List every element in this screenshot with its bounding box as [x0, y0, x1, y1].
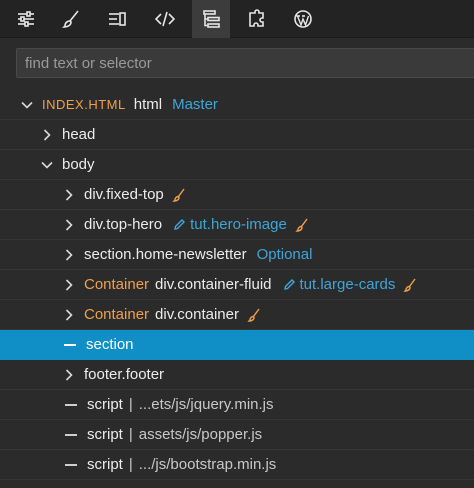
style-brush-icon[interactable] [247, 308, 261, 322]
file-name: INDEX.HTML [42, 97, 126, 112]
chevron-down-icon[interactable] [40, 158, 54, 172]
script-path: assets/js/popper.js [138, 426, 263, 443]
tree-node-head[interactable]: head [0, 120, 474, 150]
chevron-right-icon[interactable] [40, 128, 54, 142]
search-bar [0, 38, 474, 86]
leaf-dash-icon [64, 343, 76, 346]
chevron-right-icon[interactable] [62, 368, 76, 382]
node-tag: script [87, 456, 123, 473]
script-path: .../js/bootstrap.min.js [138, 456, 277, 473]
node-tag: section.home-newsletter [84, 246, 247, 263]
optional-badge: Optional [256, 246, 313, 263]
node-tag: div.container-fluid [155, 276, 272, 293]
pencil-icon[interactable] [172, 218, 186, 232]
node-tag: html [133, 96, 163, 113]
tree-node-top-hero[interactable]: div.top-hero tut.hero-image [0, 210, 474, 240]
tutorial-link[interactable]: tut.large-cards [300, 276, 396, 293]
tree-node-container[interactable]: Container div.container [0, 300, 474, 330]
sliders-tool[interactable] [7, 0, 45, 38]
tree-node-home-newsletter[interactable]: section.home-newsletter Optional [0, 240, 474, 270]
tree-node-fixed-top[interactable]: div.fixed-top [0, 180, 474, 210]
path-separator: | [128, 426, 133, 443]
chevron-right-icon[interactable] [62, 308, 76, 322]
node-tag: div.top-hero [84, 216, 163, 233]
node-tag: head [62, 126, 96, 143]
tree-node-script-bootstrap[interactable]: script | .../js/bootstrap.min.js [0, 450, 474, 480]
tree-icon [203, 10, 220, 28]
code-icon [155, 11, 175, 27]
tree-node-body[interactable]: body [0, 150, 474, 180]
tree-node-script-popper[interactable]: script | assets/js/popper.js [0, 420, 474, 450]
text-format-tool[interactable] [98, 0, 136, 38]
node-tag: script [87, 426, 123, 443]
search-input[interactable] [16, 48, 474, 78]
leaf-dash-icon [65, 433, 77, 436]
node-tag: script [87, 396, 123, 413]
script-path: ...ets/js/jquery.min.js [138, 396, 274, 413]
brush-tool[interactable] [52, 0, 90, 38]
pencil-icon[interactable] [282, 278, 296, 292]
puzzle-icon [249, 9, 264, 27]
panel-toolbar [0, 0, 474, 38]
components-tool[interactable] [238, 0, 276, 38]
path-separator: | [128, 396, 133, 413]
chevron-right-icon[interactable] [62, 218, 76, 232]
chevron-right-icon[interactable] [62, 248, 76, 262]
tree-node-footer[interactable]: footer.footer [0, 360, 474, 390]
brush-icon [62, 10, 79, 28]
tree-node-section[interactable]: section [0, 330, 474, 360]
wordpress-tool[interactable] [284, 0, 322, 38]
master-badge: Master [172, 96, 218, 113]
style-brush-icon[interactable] [172, 188, 186, 202]
leaf-dash-icon [65, 403, 77, 406]
code-tool[interactable] [146, 0, 184, 38]
component-label: Container [84, 306, 150, 323]
node-tag: section [86, 336, 134, 353]
tree-node-container-fluid[interactable]: Container div.container-fluid tut.large-… [0, 270, 474, 300]
style-brush-icon[interactable] [295, 218, 309, 232]
node-tag: div.fixed-top [84, 186, 164, 203]
style-brush-icon[interactable] [403, 278, 417, 292]
node-tag: div.container [155, 306, 239, 323]
element-tree-tool[interactable] [192, 0, 230, 38]
node-tag: body [62, 156, 95, 173]
chevron-down-icon[interactable] [20, 98, 34, 112]
leaf-dash-icon [65, 463, 77, 466]
sliders-icon [18, 11, 34, 27]
chevron-right-icon[interactable] [62, 278, 76, 292]
tree-node-root[interactable]: INDEX.HTML html Master [0, 90, 474, 120]
chevron-right-icon[interactable] [62, 188, 76, 202]
tree-node-script-jquery[interactable]: script | ...ets/js/jquery.min.js [0, 390, 474, 420]
node-tag: footer.footer [84, 366, 165, 383]
tutorial-link[interactable]: tut.hero-image [190, 216, 287, 233]
text-align-icon [109, 12, 126, 26]
wordpress-icon [294, 10, 312, 28]
component-label: Container [84, 276, 150, 293]
path-separator: | [128, 456, 133, 473]
